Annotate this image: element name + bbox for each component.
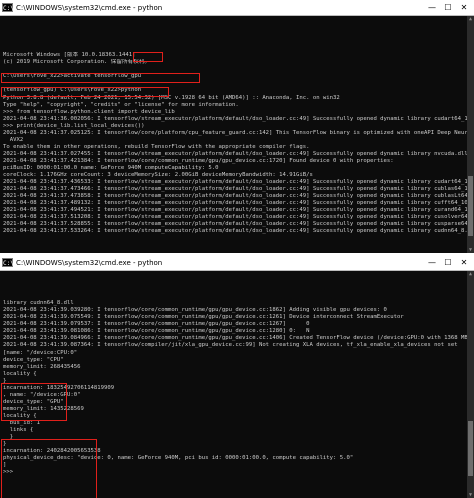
scroll-down-icon[interactable]: ▼ [467,492,474,498]
maximize-button[interactable]: ☐ [440,0,456,15]
highlight-box [1,383,67,421]
maximize-button[interactable]: ☐ [440,255,456,270]
window-titlebar[interactable]: C:\ C:\WINDOWS\system32\cmd.exe - python… [0,255,474,271]
console-line: locality { [3,412,37,419]
console-line: 2021-04-08 23:41:37.027455: I tensorflow… [3,150,468,157]
console-line: 2021-04-08 23:41:37.494521: I tensorflow… [3,207,472,214]
console-line: bus_id: 1 [3,419,41,426]
console-line: device_type: "GPU" [3,398,64,405]
console-line: 2021-04-08 23:41:37.489132: I tensorflow… [3,200,472,207]
scrollbar-thumb[interactable] [468,421,473,476]
cmd-icon: C:\ [2,3,14,12]
window-titlebar[interactable]: C:\ C:\WINDOWS\system32\cmd.exe - python… [0,0,474,16]
console-line: Microsoft Windows [版本 10.0.18363.1441] [3,52,136,59]
console-line: 2021-04-08 23:41:37.528855: I tensorflow… [3,221,472,228]
console-line: (c) 2019 Microsoft Corporation. 保留所有权利。 [3,59,150,66]
console-line: 2021-04-08 23:41:39.087364: I tensorflow… [3,342,458,349]
console-line: 2021-04-08 23:41:37.513208: I tensorflow… [3,214,472,221]
cmd-icon: C:\ [2,258,14,267]
console-line: 2021-04-08 23:41:39.075549: I tensorflow… [3,314,404,321]
console-line: incarnation: 18325492706114819909 [3,384,115,391]
console-line: pciBusID: 0000:01:00.0 name: GeForce 940… [3,164,219,171]
console-line: 2021-04-08 23:41:37.025125: I tensorflow… [3,129,472,136]
scroll-up-icon[interactable]: ▲ [467,16,474,22]
console-line: >>> from tensorflow.python.client import… [3,108,175,115]
console-line: links { [3,427,34,434]
console-line: Type "help", "copyright", "credits" or "… [3,101,239,108]
console-line: 2021-04-08 23:41:39.084966: I tensorflow… [3,335,472,342]
highlight-box [1,73,200,83]
console-line: } [3,377,7,384]
console-line: 2021-04-08 23:41:37.436533: I tensorflow… [3,179,472,186]
console-line: locality { [3,370,37,377]
console-line: memory_limit: 268435456 [3,363,81,370]
console-line: coreClock: 1.176GHz coreCount: 3 deviceM… [3,172,313,179]
highlight-box [1,87,169,97]
cmd-window-top[interactable]: C:\ C:\WINDOWS\system32\cmd.exe - python… [0,0,474,253]
console-line: 2021-04-08 23:41:37.473466: I tensorflow… [3,186,472,193]
cmd-window-bottom[interactable]: C:\ C:\WINDOWS\system32\cmd.exe - python… [0,253,474,498]
console-line: 2021-04-08 23:41:37.421384: I tensorflow… [3,157,394,164]
console-output[interactable]: library cudnn64_8.dll 2021-04-08 23:41:39… [0,271,474,498]
close-button[interactable]: ✕ [456,255,472,270]
console-line: To enable them in other operations, rebu… [3,143,310,150]
vertical-scrollbar[interactable]: ▲ ▼ [467,16,474,253]
console-line: [name: "/device:CPU:0" [3,349,78,356]
console-line: memory_limit: 1435228569 [3,405,84,412]
console-line: >>> print(device_lib.list_local_devices(… [3,122,145,129]
vertical-scrollbar[interactable]: ▲ ▼ [467,271,474,498]
highlight-box [133,52,163,62]
console-output[interactable]: Microsoft Windows [版本 10.0.18363.1441] (c… [0,16,474,235]
console-line: 2021-04-08 23:41:39.081086: I tensorflow… [3,328,310,335]
console-line: 2021-04-08 23:41:36.002056: I tensorflow… [3,115,472,122]
highlight-box [1,439,97,498]
console-line: 2021-04-08 23:41:37.473858: I tensorflow… [3,193,472,200]
scroll-up-icon[interactable]: ▲ [467,271,474,277]
window-title: C:\WINDOWS\system32\cmd.exe - python [16,3,163,12]
console-line: 2021-04-08 23:41:39.079537: I tensorflow… [3,321,310,328]
console-line: AVX2 [3,136,24,143]
close-button[interactable]: ✕ [456,0,472,15]
window-title: C:\WINDOWS\system32\cmd.exe - python [16,258,163,267]
console-line: 2021-04-08 23:41:39.039280: I tensorflow… [3,307,387,314]
console-line: library cudnn64_8.dll [3,300,74,307]
minimize-button[interactable]: — [424,255,440,270]
console-line: 2021-04-08 23:41:37.533264: I tensorflow… [3,228,472,235]
console-line: , name: "/device:GPU:0" [3,391,81,398]
console-line: device_type: "CPU" [3,356,64,363]
minimize-button[interactable]: — [424,0,440,15]
scrollbar-thumb[interactable] [468,176,473,236]
